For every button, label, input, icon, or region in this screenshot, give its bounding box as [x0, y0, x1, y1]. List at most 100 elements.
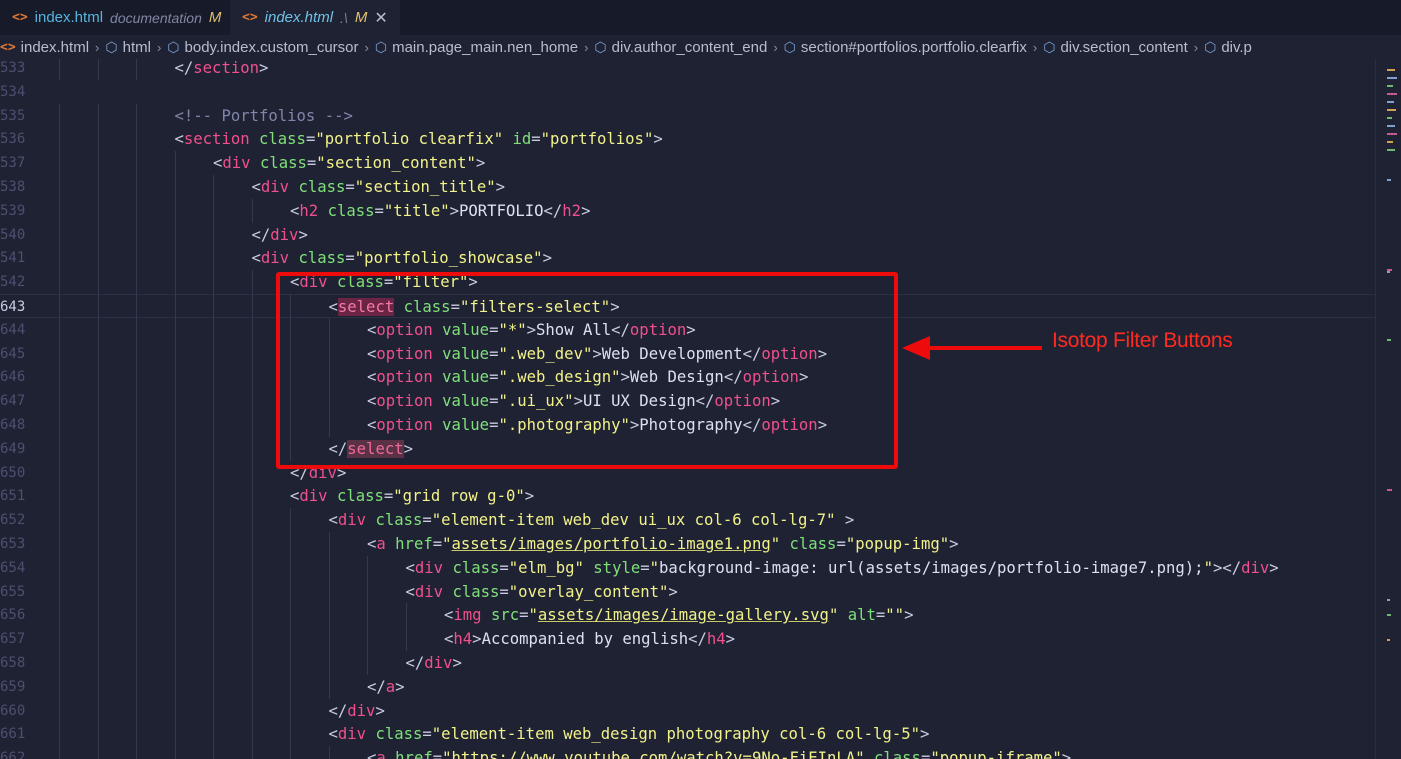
breadcrumb-item[interactable]: ⬡ body.index.custom_cursor: [167, 39, 358, 56]
breadcrumb-item[interactable]: ⬡ main.page_main.nen_home: [375, 39, 578, 56]
indent-guide: [97, 317, 99, 342]
indent-guide: [97, 579, 99, 604]
breadcrumb-item[interactable]: ⬡ div.author_content_end: [594, 39, 767, 56]
tab-filename: index.html: [34, 9, 104, 26]
code-token: src: [490, 606, 520, 625]
code-line[interactable]: 537 <div class="section_content">: [0, 151, 1375, 175]
breadcrumb-separator-icon: ›: [773, 39, 778, 55]
indent-guide: [213, 651, 214, 675]
code-line[interactable]: 658 </div>: [0, 651, 1375, 675]
code-line[interactable]: 660 </div>: [0, 699, 1375, 723]
line-number: 645: [0, 345, 26, 362]
indent-guide: [328, 746, 330, 759]
breadcrumb-item[interactable]: ⬡ html: [105, 39, 151, 56]
indent-guide: [59, 59, 60, 80]
code-token: class: [298, 249, 346, 268]
indent-guide: [174, 389, 176, 413]
indent-guide: [59, 603, 60, 628]
indent-guide: [251, 674, 253, 699]
code-line[interactable]: 535 <!-- Portfolios -->: [0, 104, 1375, 128]
code-token: =: [499, 582, 509, 601]
indent-guide: [213, 460, 214, 485]
indent-guide: [290, 674, 291, 699]
indent-guide: [97, 222, 99, 247]
code-line[interactable]: 538 <div class="section_title">: [0, 175, 1375, 199]
indent-guide: [136, 127, 137, 152]
code-line[interactable]: 662 <a href="https://www.youtube.com/watc…: [0, 746, 1375, 759]
code-line[interactable]: 533 </section>: [0, 59, 1375, 80]
indent-guide: [174, 746, 176, 759]
indent-guide: [174, 222, 176, 247]
indent-guide: [174, 674, 176, 699]
code-line[interactable]: 656 <img src="assets/images/image-gallery…: [0, 603, 1375, 627]
tab-index-root[interactable]: <> index.html .\ M ✕: [230, 0, 400, 35]
code-line[interactable]: 651 <div class="grid row g-0">: [0, 484, 1375, 508]
breadcrumb-separator-icon: ›: [95, 39, 100, 55]
minimap[interactable]: [1385, 59, 1401, 759]
code-line[interactable]: 657 <h4>Accompanied by english</h4>: [0, 627, 1375, 651]
breadcrumb-label: index.html: [20, 38, 90, 56]
indent-guide: [174, 532, 176, 556]
tab-index-documentation[interactable]: <> index.html documentation M: [0, 0, 230, 35]
minimap-line: [1387, 125, 1395, 127]
breadcrumb-item[interactable]: <> index.html: [0, 39, 89, 56]
minimap-line: [1387, 614, 1391, 616]
line-number: 658: [0, 655, 26, 671]
code-token: "portfolio clearfix": [315, 130, 504, 149]
indent-guide: [97, 413, 99, 437]
code-token: h2: [299, 201, 319, 220]
indent-guide: [136, 413, 137, 437]
breadcrumb-item[interactable]: ⬡ section#portfolios.portfolio.clearfix: [784, 39, 1027, 56]
code-token: div: [270, 225, 299, 244]
code-line[interactable]: 540 </div>: [0, 223, 1375, 247]
indent-guide: [97, 365, 99, 390]
indent-guide: [136, 722, 137, 747]
indent-guide: [251, 198, 253, 223]
code-line[interactable]: 536 <section class="portfolio clearfix" i…: [0, 127, 1375, 151]
code-token: >: [668, 582, 678, 601]
minimap-line: [1387, 117, 1392, 119]
breadcrumb-item[interactable]: ⬡ div.p: [1204, 39, 1252, 56]
indent-guide: [136, 365, 137, 390]
code-line[interactable]: 541 <div class="portfolio_showcase">: [0, 246, 1375, 270]
code-line[interactable]: 655 <div class="overlay_content">: [0, 580, 1375, 604]
indent-guide: [213, 175, 214, 199]
close-icon[interactable]: ✕: [374, 8, 387, 28]
indent-guide: [174, 294, 176, 318]
indent-guide: [59, 270, 60, 294]
indent-guide: [97, 555, 99, 580]
element-symbol-icon: ⬡: [374, 38, 388, 55]
code-token: assets/images/portfolio-image1.png: [451, 535, 771, 553]
code-line[interactable]: 661 <div class="element-item web_design p…: [0, 722, 1375, 746]
code-line[interactable]: 659 </a>: [0, 675, 1375, 699]
indent-guide: [136, 579, 137, 604]
code-token: <: [251, 178, 261, 196]
code-token: div: [222, 154, 251, 173]
indent-guide: [367, 603, 368, 628]
arrow-left-icon: [902, 336, 1042, 360]
indent-guide: [213, 341, 214, 366]
code-content: <div class="elm_bg" style="background-im…: [406, 556, 1279, 580]
indent-guide: [251, 651, 253, 675]
breadcrumb-item[interactable]: ⬡ div.section_content: [1043, 39, 1188, 56]
indent-guide: [59, 175, 60, 199]
indent-guide: [213, 746, 214, 759]
line-number: 656: [0, 607, 26, 624]
line-number: 540: [0, 226, 26, 243]
indent-guide: [59, 222, 60, 247]
code-token: "element-item web_design photography col…: [431, 725, 920, 744]
code-line[interactable]: 652 <div class="element-item web_dev ui_u…: [0, 508, 1375, 532]
indent-guide: [136, 246, 137, 271]
scrollbar-track[interactable]: [1375, 59, 1376, 759]
indent-guide: [97, 460, 99, 485]
indent-guide: [290, 603, 291, 628]
indent-guide: [59, 627, 60, 651]
code-line[interactable]: 534: [0, 80, 1375, 104]
indent-guide: [97, 627, 99, 651]
code-line[interactable]: 653 <a href="assets/images/portfolio-imag…: [0, 532, 1375, 556]
code-line[interactable]: 654 <div class="elm_bg" style="background…: [0, 556, 1375, 580]
indent-guide: [59, 246, 60, 271]
code-line[interactable]: 539 <h2 class="title">PORTFOLIO</h2>: [0, 199, 1375, 223]
